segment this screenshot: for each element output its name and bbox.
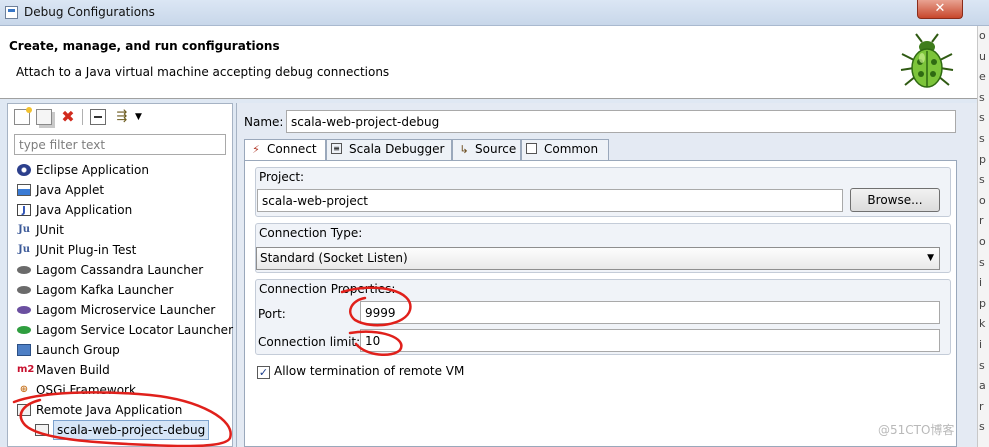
tree-item-label: JUnit Plug-in Test (36, 243, 137, 257)
connection-type-value: Standard (Socket Listen) (260, 251, 408, 265)
tree-toolbar: ✖ ⇶ ▼ (10, 106, 230, 128)
maven-icon: m2 (17, 364, 35, 375)
tree-item-remote-java-application[interactable]: Remote Java Application (8, 400, 232, 420)
tab-connect[interactable]: ⚡ Connect (244, 139, 326, 161)
tree-item-label: OSGi Framework (36, 383, 136, 397)
eclipse-icon (17, 164, 31, 176)
configuration-editor: Name: ⚡ Connect ≡ Scala Debugger ↳ Source C… (236, 103, 977, 447)
remote-java-icon (17, 404, 31, 416)
project-label: Project: (259, 170, 305, 184)
browse-button[interactable]: Browse... (850, 188, 940, 212)
lagom-icon (17, 286, 31, 294)
tree-item-lagom-service-locator[interactable]: Lagom Service Locator Launcher (8, 320, 233, 340)
tab-label: Scala Debugger (349, 142, 445, 156)
tree-item-osgi-framework[interactable]: ⊕ OSGi Framework (8, 380, 232, 400)
tree-item-java-applet[interactable]: Java Applet (8, 180, 232, 200)
junit-icon: Ju (17, 224, 30, 235)
tab-source[interactable]: ↳ Source (452, 139, 521, 160)
applet-icon (17, 184, 31, 196)
tree-item-scala-web-project-debug[interactable]: scala-web-project-debug (8, 420, 232, 440)
remote-config-icon (35, 424, 49, 436)
tree-item-label: JUnit (36, 223, 64, 237)
port-input[interactable] (360, 301, 940, 324)
bug-icon (900, 33, 954, 88)
scala-debugger-icon: ≡ (331, 143, 342, 154)
window-icon (5, 6, 18, 19)
tree-item-label: Lagom Cassandra Launcher (36, 263, 204, 277)
window-title: Debug Configurations (24, 5, 155, 19)
filter-input[interactable] (14, 134, 226, 155)
osgi-icon: ⊕ (19, 384, 29, 395)
tree-item-label: Remote Java Application (36, 403, 183, 417)
tree-item-lagom-kafka[interactable]: Lagom Kafka Launcher (8, 280, 232, 300)
tab-label: Source (475, 142, 517, 156)
filter-icon[interactable]: ⇶ (114, 109, 130, 125)
allow-termination-checkbox[interactable]: ✓ (257, 366, 270, 379)
tab-scala-debugger[interactable]: ≡ Scala Debugger (326, 139, 452, 160)
tree-item-junit[interactable]: Ju JUnit (8, 220, 232, 240)
connection-type-group: Connection Type: Standard (Socket Listen… (255, 223, 951, 273)
tree-item-label: Lagom Kafka Launcher (36, 283, 174, 297)
connection-type-label: Connection Type: (259, 226, 363, 240)
tree-item-lagom-cassandra[interactable]: Lagom Cassandra Launcher (8, 260, 232, 280)
tree-item-label: Java Applet (36, 183, 105, 197)
collapse-all-icon[interactable] (90, 109, 106, 125)
project-group: Project: Browse... (255, 167, 951, 217)
tree-item-junit-plugin-test[interactable]: Ju JUnit Plug-in Test (8, 240, 232, 260)
chevron-down-icon: ▼ (927, 253, 934, 263)
allow-termination-label: Allow termination of remote VM (274, 364, 465, 378)
name-label: Name: (244, 115, 284, 129)
tree-item-java-application[interactable]: J Java Application (8, 200, 232, 220)
configuration-tree-panel: ✖ ⇶ ▼ Eclipse Application Java Applet JJ… (7, 103, 233, 447)
tree-item-label: Lagom Microservice Launcher (36, 303, 216, 317)
connection-properties-group: Connection Properties: Port: Connection … (255, 279, 951, 355)
tree-item-launch-group[interactable]: Launch Group (8, 340, 232, 360)
tree-item-lagom-microservice[interactable]: Lagom Microservice Launcher (8, 300, 232, 320)
port-label: Port: (258, 307, 286, 321)
tab-label: Common (544, 142, 599, 156)
tree-item-maven-build[interactable]: m2 Maven Build (8, 360, 232, 380)
watermark: @51CTO博客 (878, 423, 955, 437)
common-icon (526, 143, 537, 154)
dialog-header: Create, manage, and run configurations A… (0, 26, 977, 99)
background-window-strip: ouessspsorosipkisars (977, 26, 989, 447)
header-title: Create, manage, and run configurations (9, 39, 280, 53)
toolbar-separator (82, 109, 83, 125)
connection-type-select[interactable]: Standard (Socket Listen) ▼ (256, 247, 940, 270)
delete-icon[interactable]: ✖ (60, 109, 76, 125)
lagom-icon (17, 326, 31, 334)
view-menu-icon[interactable]: ▼ (135, 109, 145, 125)
close-icon: ✕ (934, 1, 946, 16)
connect-tab-content: Project: Browse... Connection Type: Stan… (244, 160, 957, 447)
tab-common[interactable]: Common (521, 139, 609, 160)
header-description: Attach to a Java virtual machine accepti… (16, 65, 390, 79)
connection-limit-label: Connection limit: (258, 335, 361, 349)
tree-item-label: Maven Build (36, 363, 110, 377)
tree-item-label: scala-web-project-debug (53, 420, 210, 440)
lagom-icon (17, 306, 31, 314)
source-icon: ↳ (459, 143, 469, 156)
java-app-icon: J (17, 204, 31, 216)
launch-group-icon (17, 344, 31, 356)
tree-item-label: Eclipse Application (36, 163, 149, 177)
new-configuration-icon[interactable] (14, 107, 32, 125)
name-input[interactable] (286, 110, 956, 133)
tree-item-label: Java Application (36, 203, 133, 217)
title-bar: Debug Configurations ✕ (0, 0, 989, 26)
junit-plugin-icon: Ju (17, 244, 30, 255)
close-button[interactable]: ✕ (917, 0, 963, 19)
tab-label: Connect (267, 142, 317, 156)
project-input[interactable] (257, 189, 843, 212)
connection-properties-label: Connection Properties: (259, 282, 396, 296)
tree-item-eclipse-application[interactable]: Eclipse Application (8, 160, 232, 180)
lagom-icon (17, 266, 31, 274)
tree-item-label: Lagom Service Locator Launcher (36, 323, 233, 337)
tree-item-label: Launch Group (36, 343, 120, 357)
connection-limit-input[interactable] (360, 329, 940, 352)
configuration-tree: Eclipse Application Java Applet J Java Ap… (8, 160, 233, 440)
connect-icon: ⚡ (252, 143, 260, 156)
duplicate-icon[interactable] (36, 109, 52, 125)
